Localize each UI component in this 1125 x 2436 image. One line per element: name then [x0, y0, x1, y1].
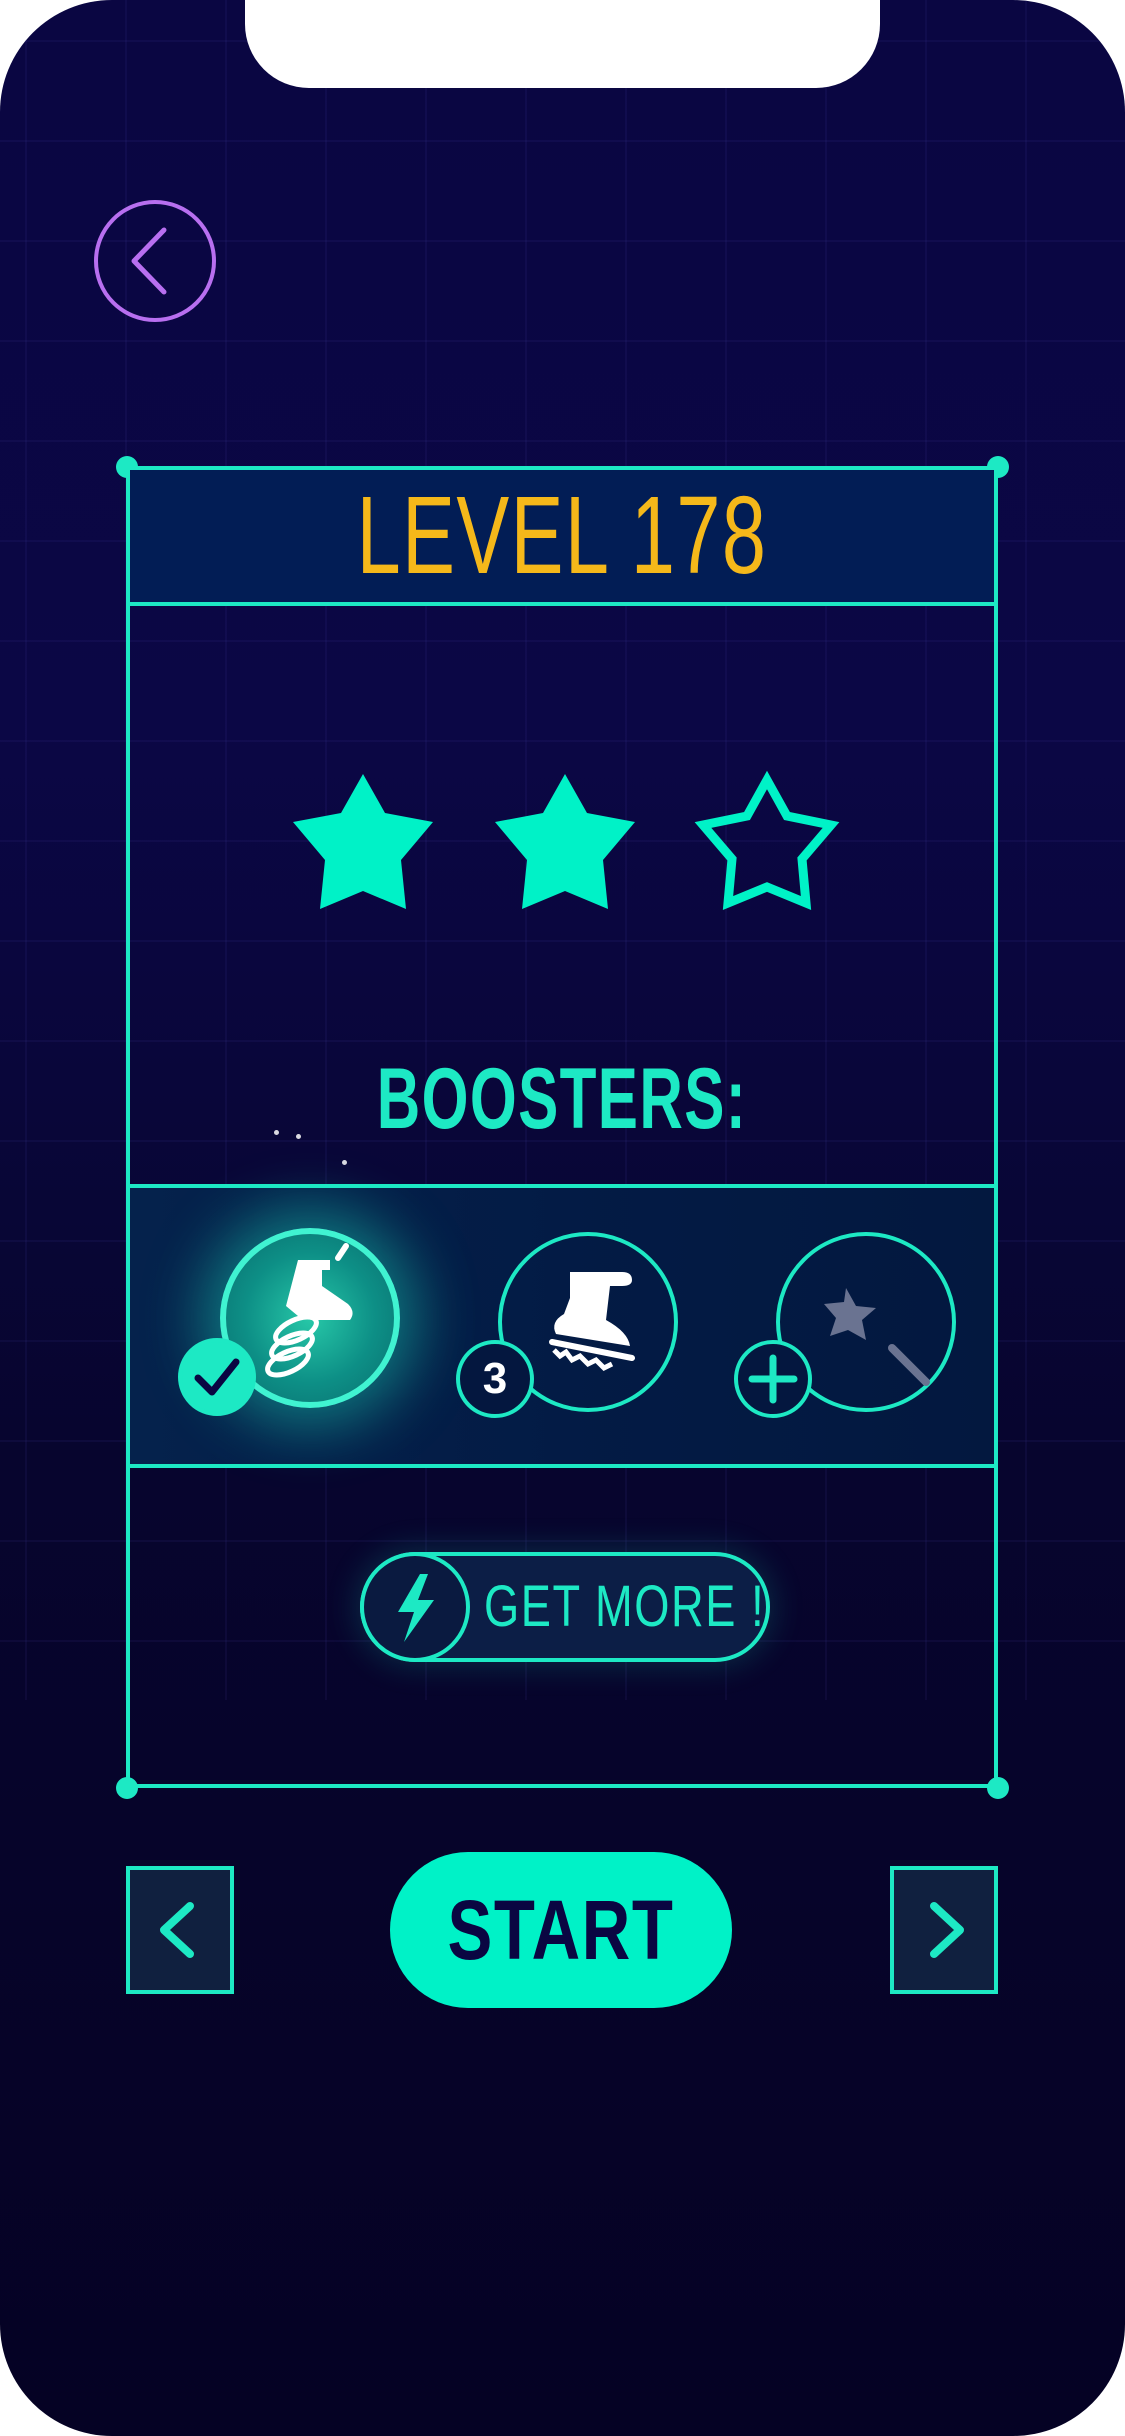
star-filled-icon [495, 774, 635, 909]
checkmark-icon [194, 1358, 240, 1396]
bolt-circle [360, 1552, 470, 1662]
chevron-right-icon [930, 1902, 964, 1958]
chevron-left-icon [131, 227, 167, 295]
star-empty-icon [694, 770, 840, 910]
sparkle [274, 1130, 279, 1135]
start-button[interactable]: START [390, 1852, 732, 2008]
previous-level-button[interactable] [126, 1866, 234, 1994]
sparkle [342, 1160, 347, 1165]
device-notch [245, 0, 880, 88]
start-label: START [447, 1883, 675, 1977]
level-title: LEVEL 178 [356, 474, 768, 597]
get-more-button[interactable]: GET MORE ! [360, 1552, 770, 1662]
booster-strip: 3 [130, 1184, 994, 1468]
back-button[interactable] [94, 200, 216, 322]
lightning-bolt-icon [398, 1574, 434, 1642]
booster-add-badge[interactable] [734, 1340, 812, 1418]
booster-selected-badge [178, 1338, 256, 1416]
chevron-left-icon [160, 1902, 194, 1958]
booster-count-badge: 3 [456, 1340, 534, 1418]
star-filled-icon [293, 774, 433, 909]
next-level-button[interactable] [890, 1866, 998, 1994]
sparkle [296, 1134, 301, 1139]
level-panel: LEVEL 178 BOOSTERS: 3 GET MORE ! [126, 466, 998, 1788]
boosters-heading: BOOSTERS: [376, 1051, 748, 1147]
star-rating [130, 770, 994, 930]
phone-screen: LEVEL 178 BOOSTERS: 3 GET MORE ! START [0, 0, 1125, 2436]
plus-icon [748, 1354, 798, 1404]
get-more-label: GET MORE ! [484, 1574, 766, 1639]
level-title-bar: LEVEL 178 [130, 470, 994, 606]
